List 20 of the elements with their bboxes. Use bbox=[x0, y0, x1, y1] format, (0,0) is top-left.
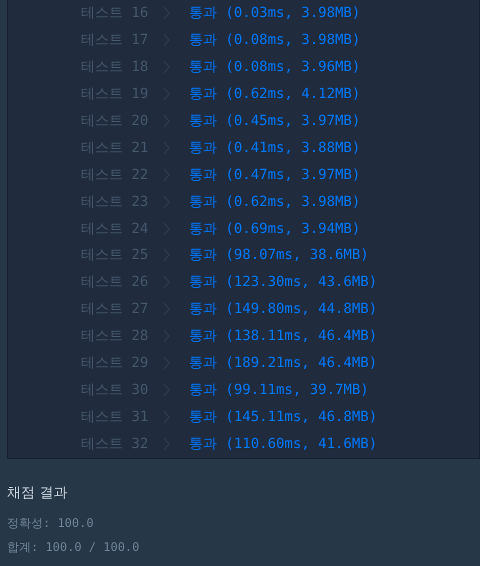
test-result: 통과 (138.11ms, 46.4MB) bbox=[189, 327, 378, 346]
summary-line: 정확성: 100.0 bbox=[7, 515, 95, 532]
test-result: 통과 (98.07ms, 38.6MB) bbox=[189, 246, 369, 264]
summary-line: 합계: 100.0 / 100.0 bbox=[7, 539, 140, 556]
test-result: 통과 (0.62ms, 4.12MB) bbox=[189, 85, 360, 104]
test-result: 통과 (149.80ms, 44.8MB) bbox=[189, 300, 378, 318]
test-result: 통과 (0.69ms, 3.94MB) bbox=[189, 220, 360, 238]
test-result: 통과 (0.03ms, 3.98MB) bbox=[189, 4, 360, 22]
test-result: 통과 (123.30ms, 43.6MB) bbox=[189, 273, 378, 292]
test-result: 통과 (0.41ms, 3.88MB) bbox=[189, 138, 360, 157]
test-result: 통과 (0.08ms, 3.98MB) bbox=[189, 31, 360, 50]
test-result: 통과 (99.11ms, 39.7MB) bbox=[189, 380, 369, 399]
test-result: 통과 (189.21ms, 46.4MB) bbox=[189, 354, 378, 372]
test-result: 통과 (0.45ms, 3.97MB) bbox=[189, 112, 360, 130]
test-result: 통과 (145.11ms, 46.8MB) bbox=[189, 408, 378, 426]
test-result: 통과 (0.08ms, 3.96MB) bbox=[189, 58, 360, 76]
test-result: 통과 (0.47ms, 3.97MB) bbox=[189, 166, 360, 184]
test-result: 통과 (0.62ms, 3.98MB) bbox=[189, 192, 360, 211]
test-result: 통과 (110.60ms, 41.6MB) bbox=[189, 434, 378, 453]
summary-title: 채점 결과 bbox=[7, 484, 68, 502]
